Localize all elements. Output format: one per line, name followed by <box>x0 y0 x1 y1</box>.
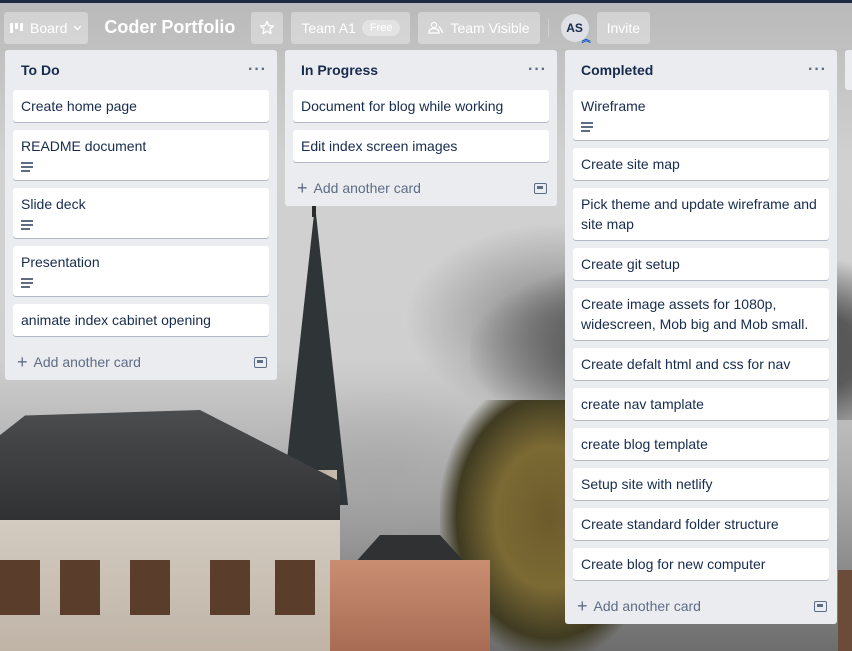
list-title[interactable]: In Progress <box>301 62 378 78</box>
card-title: Slide deck <box>21 196 86 212</box>
list-in-progress: In Progress ··· Document for blog while … <box>285 50 557 206</box>
card[interactable]: Presentation <box>13 246 269 296</box>
team-label: Team A1 <box>301 19 356 36</box>
card-title: Create git setup <box>581 256 680 272</box>
card[interactable]: animate index cabinet opening <box>13 304 269 336</box>
visibility-button[interactable]: Team Visible <box>418 11 540 44</box>
board-switcher-label: Board <box>30 19 68 36</box>
more-horizontal-icon[interactable]: ··· <box>808 61 827 79</box>
description-icon <box>21 220 33 232</box>
card[interactable]: README document <box>13 130 269 180</box>
card-title: Wireframe <box>581 98 646 114</box>
star-icon <box>260 20 275 34</box>
add-card-left: + Add another card <box>17 353 141 371</box>
list-completed: Completed ··· Wireframe Create site map … <box>565 50 837 624</box>
card[interactable]: Create site map <box>573 148 829 180</box>
list-title[interactable]: To Do <box>21 62 60 78</box>
next-list-edge[interactable] <box>845 50 852 90</box>
card[interactable]: Pick theme and update wireframe and site… <box>573 188 829 240</box>
card-title: Create defalt html and css for nav <box>581 356 791 372</box>
card-title: Pick theme and update wireframe and site… <box>581 196 817 232</box>
member-avatar[interactable]: AS ︽ <box>560 13 591 44</box>
background-balcony <box>60 560 100 615</box>
card[interactable]: Create git setup <box>573 248 829 280</box>
card[interactable]: Setup site with netlify <box>573 468 829 500</box>
add-card-button[interactable]: + Add another card <box>565 588 837 624</box>
card-template-icon[interactable] <box>814 600 827 612</box>
card-list: Document for blog while working Edit ind… <box>285 90 557 162</box>
card-title: Document for blog while working <box>301 98 504 114</box>
star-board-button[interactable] <box>251 11 284 44</box>
add-card-label: Add another card <box>33 354 141 370</box>
admin-chevron-icon: ︽ <box>581 33 591 44</box>
description-icon <box>21 162 33 174</box>
avatar-initials: AS <box>566 20 583 35</box>
add-card-label: Add another card <box>313 180 421 196</box>
card[interactable]: Edit index screen images <box>293 130 549 162</box>
card-title: create nav tamplate <box>581 396 704 412</box>
chevron-down-icon <box>73 25 82 30</box>
list-header: To Do ··· <box>5 50 277 90</box>
list-to-do: To Do ··· Create home page README docume… <box>5 50 277 380</box>
team-visible-icon <box>428 21 445 34</box>
card[interactable]: Create defalt html and css for nav <box>573 348 829 380</box>
visibility-label: Team Visible <box>450 19 530 36</box>
card[interactable]: Wireframe <box>573 90 829 140</box>
add-card-left: + Add another card <box>297 179 421 197</box>
card-title: create blog template <box>581 436 708 452</box>
plus-icon: + <box>297 178 308 198</box>
card-title: Edit index screen images <box>301 138 458 154</box>
card-title: Setup site with netlify <box>581 476 713 492</box>
background-building-3 <box>838 570 852 651</box>
add-card-label: Add another card <box>593 598 701 614</box>
card-title: Create image assets for 1080p, widescree… <box>581 296 809 332</box>
card-title: Create blog for new computer <box>581 556 766 572</box>
card[interactable]: Create standard folder structure <box>573 508 829 540</box>
header-divider <box>547 18 549 37</box>
card-title: Presentation <box>21 254 100 270</box>
list-title[interactable]: Completed <box>581 62 653 78</box>
card-title: README document <box>21 138 147 154</box>
background-building-2 <box>330 560 490 651</box>
add-card-left: + Add another card <box>577 597 701 615</box>
list-header: In Progress ··· <box>285 50 557 90</box>
background-balcony <box>210 560 250 615</box>
card-title: animate index cabinet opening <box>21 312 211 328</box>
card-list: Wireframe Create site map Pick theme and… <box>565 90 837 580</box>
card[interactable]: create blog template <box>573 428 829 460</box>
plus-icon: + <box>17 352 28 372</box>
card-template-icon[interactable] <box>254 356 267 368</box>
board-title[interactable]: Coder Portfolio <box>96 17 243 38</box>
card-title: Create standard folder structure <box>581 516 779 532</box>
plus-icon: + <box>577 596 588 616</box>
card-list: Create home page README document Slide d… <box>5 90 277 336</box>
background-balcony <box>130 560 170 615</box>
description-icon <box>21 278 33 290</box>
more-horizontal-icon[interactable]: ··· <box>528 61 547 79</box>
card[interactable]: create nav tamplate <box>573 388 829 420</box>
card-title: Create site map <box>581 156 680 172</box>
board-header: Board Coder Portfolio Team A1 Free Team … <box>0 0 852 52</box>
background-balcony <box>275 560 315 615</box>
card[interactable]: Create home page <box>13 90 269 122</box>
background-balcony <box>0 560 40 615</box>
invite-label: Invite <box>606 19 641 36</box>
add-card-button[interactable]: + Add another card <box>5 344 277 380</box>
add-card-button[interactable]: + Add another card <box>285 170 557 206</box>
board-switcher-button[interactable]: Board <box>4 11 89 44</box>
card[interactable]: Slide deck <box>13 188 269 238</box>
card[interactable]: Create image assets for 1080p, widescree… <box>573 288 829 340</box>
team-button[interactable]: Team A1 Free <box>291 11 411 44</box>
more-horizontal-icon[interactable]: ··· <box>248 61 267 79</box>
team-plan-badge: Free <box>361 19 401 36</box>
invite-button[interactable]: Invite <box>596 11 651 44</box>
card-title: Create home page <box>21 98 137 114</box>
card-template-icon[interactable] <box>534 182 547 194</box>
list-header: Completed ··· <box>565 50 837 90</box>
board-icon <box>10 22 23 33</box>
card[interactable]: Create blog for new computer <box>573 548 829 580</box>
description-icon <box>581 122 593 134</box>
card[interactable]: Document for blog while working <box>293 90 549 122</box>
